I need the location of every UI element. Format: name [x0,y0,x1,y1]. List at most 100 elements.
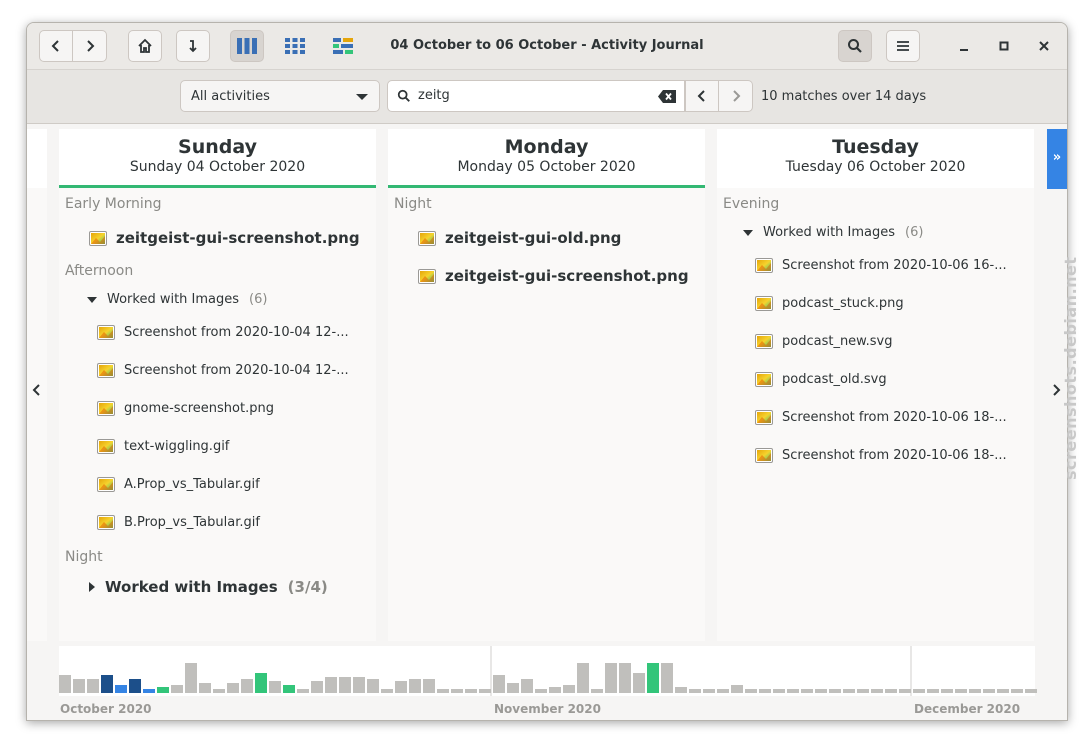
activity-filter-dropdown[interactable]: All activities [180,80,380,112]
histogram-bar[interactable] [493,675,505,693]
histogram-bar[interactable] [269,681,281,693]
histogram-bar[interactable] [87,679,99,693]
list-item[interactable]: Screenshot from 2020-10-06 16-... [755,258,1007,273]
histogram-bar[interactable] [955,689,967,693]
histogram-bar[interactable] [395,681,407,693]
histogram-bar[interactable] [479,689,491,693]
histogram-bar[interactable] [73,679,85,693]
histogram-bar[interactable] [255,673,267,693]
histogram-bar[interactable] [227,683,239,693]
histogram-bar[interactable] [885,689,897,693]
histogram-bar[interactable] [143,689,155,693]
day-header-monday[interactable]: Monday Monday 05 October 2020 [388,129,705,188]
histogram-bar[interactable] [101,675,113,693]
histogram-bar[interactable] [325,677,337,693]
histogram-bar[interactable] [311,681,323,693]
histogram-bar[interactable] [409,679,421,693]
histogram-bar[interactable] [717,689,729,693]
list-item[interactable]: B.Prop_vs_Tabular.gif [97,515,260,530]
list-item[interactable]: zeitgeist-gui-old.png [418,229,621,247]
sidebar-expand-button[interactable]: » [1047,129,1067,189]
histogram-bar[interactable] [59,675,71,693]
histogram-bar[interactable] [759,689,771,693]
list-item[interactable]: podcast_new.svg [755,334,892,349]
histogram-bar[interactable] [339,677,351,693]
day-header-sunday[interactable]: Sunday Sunday 04 October 2020 [59,129,376,188]
histogram-bar[interactable] [437,689,449,693]
histogram-bar[interactable] [787,689,799,693]
histogram-bar[interactable] [185,663,197,693]
histogram-bar[interactable] [605,663,617,693]
histogram-bar[interactable] [591,689,603,693]
histogram-bar[interactable] [703,689,715,693]
histogram-bar[interactable] [661,663,673,693]
histogram-bar[interactable] [801,689,813,693]
histogram-bar[interactable] [773,689,785,693]
list-item[interactable]: zeitgeist-gui-screenshot.png [418,267,689,285]
histogram-bar[interactable] [941,689,953,693]
home-button[interactable] [128,30,162,62]
list-item[interactable]: podcast_old.svg [755,372,887,387]
histogram-bar[interactable] [619,663,631,693]
list-item[interactable]: gnome-screenshot.png [97,401,274,416]
histogram-bar[interactable] [241,679,253,693]
list-item[interactable]: Screenshot from 2020-10-04 12-... [97,363,349,378]
histogram-bar[interactable] [451,689,463,693]
histogram-bar[interactable] [829,689,841,693]
histogram-bar[interactable] [213,689,225,693]
histogram-bar[interactable] [997,689,1009,693]
day-header-tuesday[interactable]: Tuesday Tuesday 06 October 2020 [717,129,1034,188]
scroll-left-arrow[interactable] [31,382,43,401]
histogram-bar[interactable] [507,683,519,693]
list-item[interactable]: Screenshot from 2020-10-04 12-... [97,325,349,340]
histogram-bar[interactable] [745,689,757,693]
histogram-bar[interactable] [731,685,743,693]
main-menu-button[interactable] [886,30,920,62]
histogram-bar[interactable] [983,689,995,693]
histogram-bar[interactable] [689,689,701,693]
list-item[interactable]: text-wiggling.gif [97,439,229,454]
view-thumbnails-button[interactable] [278,30,312,62]
histogram-bar[interactable] [521,679,533,693]
histogram-bar[interactable] [199,683,211,693]
histogram-bar[interactable] [1011,689,1023,693]
forward-button[interactable] [73,30,107,62]
list-item[interactable]: podcast_stuck.png [755,296,904,311]
histogram-bar[interactable] [283,685,295,693]
histogram-bar[interactable] [647,663,659,693]
view-timeline-button[interactable] [326,30,360,62]
next-match-button[interactable] [719,80,753,112]
list-item[interactable]: Screenshot from 2020-10-06 18-... [755,448,1007,463]
histogram-bar[interactable] [353,677,365,693]
histogram-bar[interactable] [815,689,827,693]
histogram-bar[interactable] [465,689,477,693]
list-item[interactable]: A.Prop_vs_Tabular.gif [97,477,260,492]
search-input[interactable]: zeitg [387,80,685,112]
group-worked-with-images[interactable]: Worked with Images (6) [743,225,923,240]
previous-match-button[interactable] [685,80,719,112]
jump-to-date-button[interactable] [176,30,210,62]
histogram-bar[interactable] [927,689,939,693]
back-button[interactable] [39,30,73,62]
histogram-bar[interactable] [171,685,183,693]
histogram-bar[interactable] [913,689,925,693]
minimize-button[interactable] [949,30,979,62]
histogram-bar[interactable] [115,685,127,693]
histogram-bar[interactable] [899,689,911,693]
list-item[interactable]: zeitgeist-gui-screenshot.png [89,229,360,247]
search-toggle-button[interactable] [838,30,872,62]
group-worked-with-images[interactable]: Worked with Images (6) [87,292,267,307]
histogram-bar[interactable] [129,679,141,693]
histogram-bar[interactable] [157,687,169,693]
group-worked-with-images-collapsed[interactable]: Worked with Images (3/4) [89,578,328,596]
histogram-bar[interactable] [577,663,589,693]
clear-search-icon[interactable] [658,90,676,103]
histogram-bar[interactable] [843,689,855,693]
view-multiday-button[interactable] [230,30,264,62]
histogram-bar[interactable] [871,689,883,693]
histogram-bar[interactable] [675,687,687,693]
histogram-bar[interactable] [381,689,393,693]
maximize-button[interactable] [989,30,1019,62]
histogram-bar[interactable] [633,673,645,693]
histogram-bar[interactable] [563,685,575,693]
